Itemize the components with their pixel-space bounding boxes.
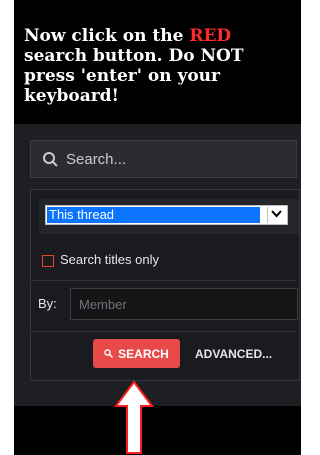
- up-arrow-icon: [114, 380, 154, 454]
- search-icon: [42, 151, 59, 168]
- titles-only-label: Search titles only: [60, 252, 159, 267]
- scope-select-value: This thread: [47, 207, 260, 223]
- search-button[interactable]: SEARCH: [93, 339, 180, 368]
- search-bar[interactable]: Search...: [30, 140, 297, 178]
- by-label: By:: [38, 296, 57, 311]
- search-placeholder: Search...: [66, 151, 127, 168]
- advanced-link[interactable]: ADVANCED...: [195, 347, 272, 361]
- divider: [30, 331, 297, 332]
- screenshot-frame: Now click on the RED search button. Do N…: [14, 0, 301, 455]
- divider: [30, 280, 297, 281]
- instruction-red-word: RED: [189, 26, 232, 46]
- chevron-down-icon[interactable]: [267, 207, 286, 223]
- scope-select[interactable]: This thread: [45, 205, 288, 225]
- search-button-label: SEARCH: [118, 346, 169, 361]
- instruction-text: Now click on the RED search button. Do N…: [24, 26, 296, 106]
- instruction-part-2: search button. Do NOT press 'enter' on y…: [24, 46, 244, 106]
- instruction-part-1: Now click on the: [24, 26, 190, 46]
- member-input[interactable]: Member: [70, 288, 298, 320]
- titles-only-checkbox[interactable]: [42, 255, 54, 267]
- search-icon: [104, 349, 114, 358]
- member-placeholder: Member: [79, 297, 127, 312]
